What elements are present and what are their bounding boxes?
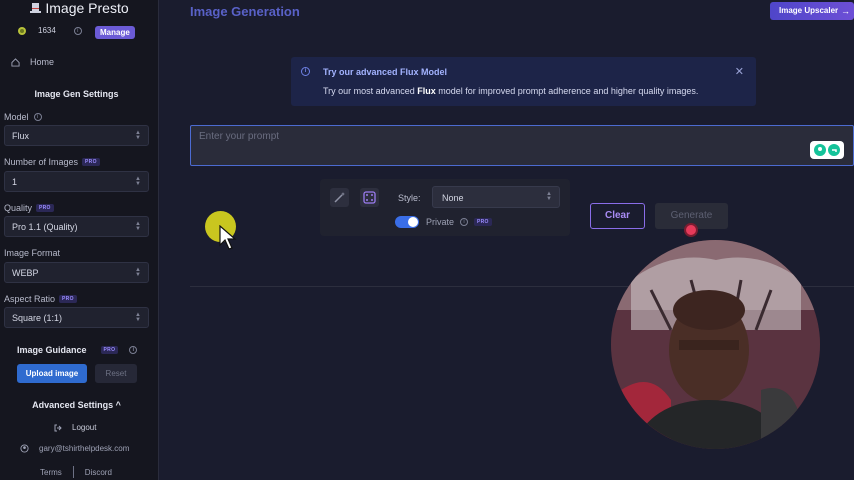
footer-divider xyxy=(72,466,74,478)
upload-image-button[interactable]: Upload image xyxy=(17,364,87,383)
reset-button[interactable]: Reset xyxy=(95,364,137,383)
random-prompt-button[interactable] xyxy=(360,188,379,207)
close-icon[interactable]: ✕ xyxy=(735,65,744,78)
num-images-label: Number of Images PRO xyxy=(4,157,100,167)
quality-select-value: Pro 1.1 (Quality) xyxy=(12,222,78,232)
format-select[interactable]: WEBP ▲ ▼ xyxy=(4,262,149,283)
terms-link[interactable]: Terms xyxy=(40,468,62,477)
webcam-feed-image xyxy=(611,240,820,449)
alert-text-end: model for improved prompt adherence and … xyxy=(435,86,699,96)
user-email: gary@tshirthelpdesk.com xyxy=(20,444,129,453)
aspect-select-value: Square (1:1) xyxy=(12,313,63,323)
aspect-select[interactable]: Square (1:1) ▲ ▼ xyxy=(4,307,149,328)
quality-label-text: Quality xyxy=(4,203,33,213)
logout-label: Logout xyxy=(72,423,97,432)
info-icon[interactable]: i xyxy=(129,346,138,354)
info-icon[interactable]: i xyxy=(460,218,469,226)
sidebar-item-home[interactable]: Home xyxy=(11,57,54,67)
pro-badge: PRO xyxy=(474,218,492,226)
clear-button[interactable]: Clear xyxy=(590,203,645,229)
sidebar-item-label: Home xyxy=(30,57,55,67)
user-email-text: gary@tshirthelpdesk.com xyxy=(39,444,130,453)
hat-logo-icon xyxy=(30,3,42,13)
info-icon[interactable]: i xyxy=(73,26,82,35)
alert-title: Try our advanced Flux Model xyxy=(323,67,448,77)
num-images-value: 1 xyxy=(12,177,18,187)
image-guidance-header: Image Guidance PRO i xyxy=(17,345,138,355)
user-icon xyxy=(20,444,29,453)
chevron-updown-icon: ▲ ▼ xyxy=(135,267,141,278)
prompt-box xyxy=(190,125,854,166)
sidebar: Image Presto 1634 i Manage Home Image Ge… xyxy=(0,0,159,480)
logout-link[interactable]: Logout xyxy=(54,423,96,432)
settings-section-title: Image Gen Settings xyxy=(34,89,119,99)
private-label-text: Private xyxy=(426,217,455,227)
image-guidance-label: Image Guidance xyxy=(17,345,87,355)
pro-badge: PRO xyxy=(36,204,54,212)
model-label-text: Model xyxy=(4,112,29,122)
model-label: Model i xyxy=(4,112,42,122)
chevron-updown-icon: ▲ ▼ xyxy=(135,130,141,141)
aspect-label: Aspect Ratio PRO xyxy=(4,294,77,304)
pro-badge: PRO xyxy=(82,158,100,166)
style-select-value: None xyxy=(442,193,464,203)
logout-icon xyxy=(54,424,62,431)
credits-display: 1634 i xyxy=(18,26,82,35)
generation-controls: Style: None ▲ ▼ Private i PRO xyxy=(320,179,570,236)
model-select-value: Flux xyxy=(12,131,30,141)
app-brand[interactable]: Image Presto xyxy=(0,0,159,16)
magic-wand-button[interactable] xyxy=(330,188,349,207)
alert-text-start: Try our most advanced xyxy=(323,86,418,96)
image-upscaler-button[interactable]: Image Upscaler → xyxy=(770,2,854,20)
format-label-text: Image Format xyxy=(4,248,61,258)
pro-badge: PRO xyxy=(100,346,119,354)
image-upscaler-label: Image Upscaler xyxy=(779,6,839,15)
manage-button[interactable]: Manage xyxy=(95,26,135,39)
arrow-right-icon: → xyxy=(841,6,850,16)
chevron-updown-icon: ▲ ▼ xyxy=(135,312,141,323)
chevron-updown-icon: ▲ ▼ xyxy=(546,191,552,202)
chevron-updown-icon: ▲ ▼ xyxy=(135,221,141,232)
info-icon[interactable]: i xyxy=(33,113,42,121)
private-toggle[interactable] xyxy=(395,216,419,228)
private-label: Private i PRO xyxy=(426,217,492,227)
num-images-input[interactable]: 1 ▲ ▼ xyxy=(4,171,149,192)
info-icon: i xyxy=(301,67,310,76)
coin-icon xyxy=(18,26,26,35)
recording-indicator xyxy=(684,223,698,237)
webcam-overlay xyxy=(611,240,820,449)
alert-text-bold: Flux xyxy=(417,86,436,96)
dice-icon xyxy=(363,191,376,204)
mouse-cursor-icon xyxy=(219,225,237,250)
quality-label: Quality PRO xyxy=(4,203,54,213)
format-label: Image Format xyxy=(4,248,60,258)
prompt-input[interactable] xyxy=(191,126,853,165)
credits-count: 1634 xyxy=(38,26,56,35)
discord-link[interactable]: Discord xyxy=(85,468,112,477)
home-icon xyxy=(11,57,20,67)
quality-select[interactable]: Pro 1.1 (Quality) ▲ ▼ xyxy=(4,216,149,237)
grammarly-icon[interactable] xyxy=(810,141,844,159)
format-select-value: WEBP xyxy=(12,268,39,278)
wand-icon xyxy=(334,192,345,203)
advanced-settings-toggle[interactable]: Advanced Settings ^ xyxy=(0,400,153,410)
style-label: Style: xyxy=(398,193,421,203)
flux-model-alert: i Try our advanced Flux Model Try our mo… xyxy=(291,57,756,106)
pro-badge: PRO xyxy=(59,295,77,303)
page-title: Image Generation xyxy=(190,4,300,19)
app-name: Image Presto xyxy=(45,0,129,16)
footer-links: Terms Discord xyxy=(40,466,112,478)
aspect-label-text: Aspect Ratio xyxy=(4,294,56,304)
alert-text: Try our most advanced Flux model for imp… xyxy=(323,86,698,96)
chevron-updown-icon: ▲ ▼ xyxy=(135,176,141,187)
model-select[interactable]: Flux ▲ ▼ xyxy=(4,125,149,146)
num-images-label-text: Number of Images xyxy=(4,157,79,167)
style-select[interactable]: None ▲ ▼ xyxy=(432,186,560,208)
